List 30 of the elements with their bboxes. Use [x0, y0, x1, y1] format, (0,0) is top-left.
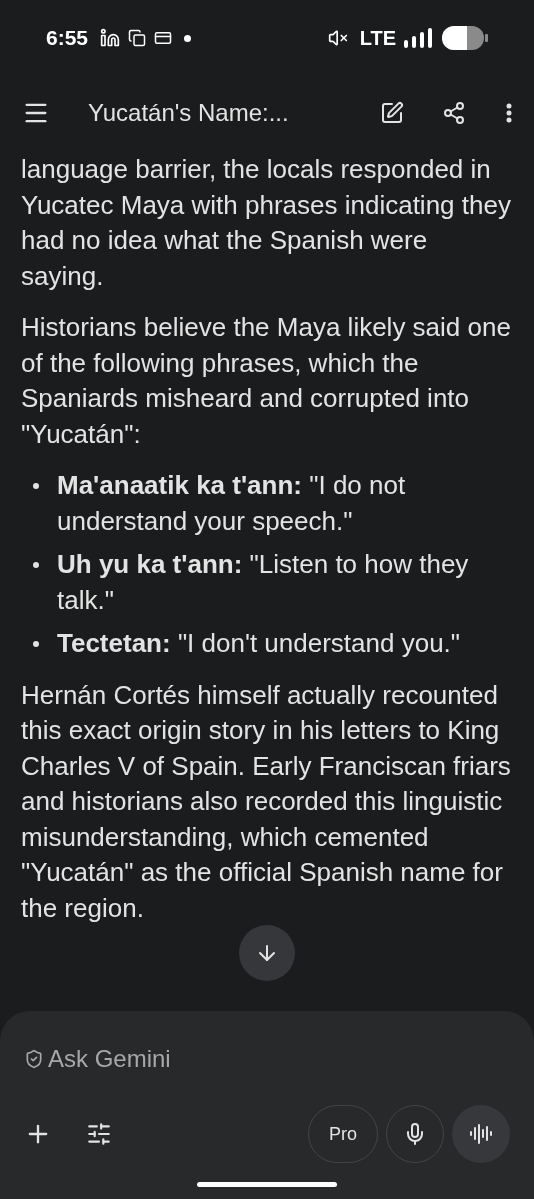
list-item-text: Tectetan: "I don't understand you." — [57, 627, 461, 660]
copy-icon — [128, 29, 147, 47]
signal-icon — [404, 28, 434, 48]
bullet-icon — [33, 641, 39, 647]
mute-icon — [327, 28, 348, 48]
shield-icon — [24, 1049, 44, 1069]
more-icon — [506, 103, 512, 123]
bullet-icon — [33, 562, 39, 568]
sliders-icon — [86, 1121, 112, 1147]
clock: 6:55 — [46, 25, 89, 52]
more-button[interactable] — [506, 103, 512, 123]
share-icon — [442, 101, 466, 125]
network-type: LTE — [359, 26, 396, 51]
card-icon — [154, 29, 173, 47]
paragraph: Hernán Cortés himself actually recounted this exact origin story in his letters to King Charles V of Spain. Early Franciscan friars and historians also recorded this linguistic misunderstanding, which cemented "Yucatán" as the official Spanish name for the region. — [21, 678, 512, 925]
paragraph: language barrier, the locals responded in Yucatec Maya with phrases indicating they had no idea what the Spanish were saying. — [21, 153, 512, 293]
paragraph: Historians believe the Maya likely said one of the following phrases, which the Spaniards misheard and corrupted into "Yucatán": — [21, 311, 512, 451]
list-item-text: Uh yu ka t'ann: "Listen to how they talk." — [57, 548, 470, 617]
linkedin-icon — [100, 28, 121, 48]
list-item-text: Ma'anaatik ka t'ann: "I do not understand your speech." — [57, 469, 407, 538]
chat-title: Yucatán's Name:... — [88, 98, 290, 128]
edit-button[interactable] — [380, 101, 404, 125]
bullet-icon — [33, 483, 39, 489]
scroll-down-button[interactable] — [239, 925, 295, 981]
edit-icon — [380, 101, 404, 125]
share-button[interactable] — [442, 101, 466, 125]
battery-icon — [442, 26, 488, 50]
tools-button[interactable] — [86, 1121, 112, 1147]
prompt-field[interactable]: Ask Gemini — [24, 1041, 510, 1077]
audio-lines-icon — [469, 1122, 493, 1146]
